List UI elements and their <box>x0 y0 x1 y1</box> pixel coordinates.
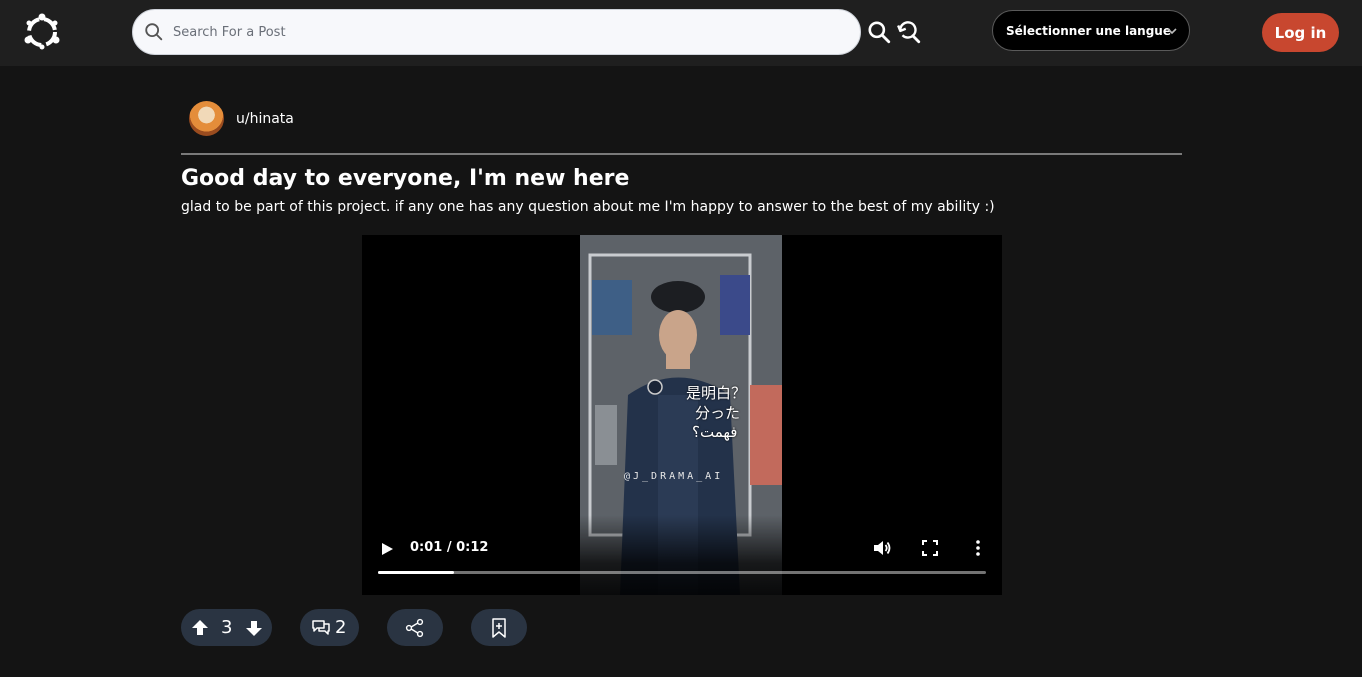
downvote-arrow-icon[interactable] <box>245 619 263 637</box>
video-progress-bar[interactable] <box>378 571 986 574</box>
chevron-down-icon <box>1167 28 1177 35</box>
video-caption-line-3: فهمت؟ <box>692 423 738 441</box>
video-progress-fill <box>378 571 454 574</box>
vote-count: 3 <box>221 617 233 638</box>
volume-icon[interactable] <box>872 538 892 558</box>
top-navigation-bar: Sélectionner une langue Log in <box>0 0 1362 66</box>
refresh-search-icon[interactable] <box>896 19 922 45</box>
divider <box>181 153 1182 155</box>
share-button[interactable] <box>387 609 443 646</box>
bookmark-button[interactable] <box>471 609 527 646</box>
bookmark-add-icon <box>492 617 506 638</box>
language-selector-label: Sélectionner une langue <box>1006 23 1171 38</box>
search-input[interactable] <box>173 17 813 47</box>
post-title: Good day to everyone, I'm new here <box>181 166 630 191</box>
video-time: 0:01 / 0:12 <box>410 540 489 555</box>
video-caption-line-1: 是明白？ <box>686 384 747 402</box>
network-logo-icon[interactable] <box>22 12 62 52</box>
share-icon <box>405 618 424 637</box>
fullscreen-icon[interactable] <box>922 540 938 556</box>
vote-control: 3 <box>181 609 272 646</box>
video-caption-line-2: 分った <box>695 404 741 422</box>
play-icon[interactable] <box>380 542 394 556</box>
comment-count: 2 <box>335 617 347 638</box>
language-selector[interactable]: Sélectionner une langue <box>992 10 1190 51</box>
comments-button[interactable]: 2 <box>300 609 359 646</box>
video-watermark: @J_DRAMA_AI <box>624 471 724 482</box>
avatar[interactable] <box>189 101 224 136</box>
post-author[interactable]: u/hinata <box>189 101 294 136</box>
search-icon[interactable] <box>866 19 892 45</box>
search-bar[interactable] <box>132 9 861 55</box>
post-body: glad to be part of this project. if any … <box>181 199 995 215</box>
more-options-icon[interactable] <box>970 539 986 557</box>
upvote-arrow-icon[interactable] <box>191 619 209 637</box>
video-player[interactable]: 是明白？ 分った فهمت؟ @J_DRAMA_AI 0:01 / 0:12 <box>362 235 1002 595</box>
author-username[interactable]: u/hinata <box>236 111 294 127</box>
login-button[interactable]: Log in <box>1262 13 1339 52</box>
video-controls: 0:01 / 0:12 <box>362 515 1002 595</box>
comments-icon <box>312 619 330 635</box>
search-icon <box>145 23 163 41</box>
